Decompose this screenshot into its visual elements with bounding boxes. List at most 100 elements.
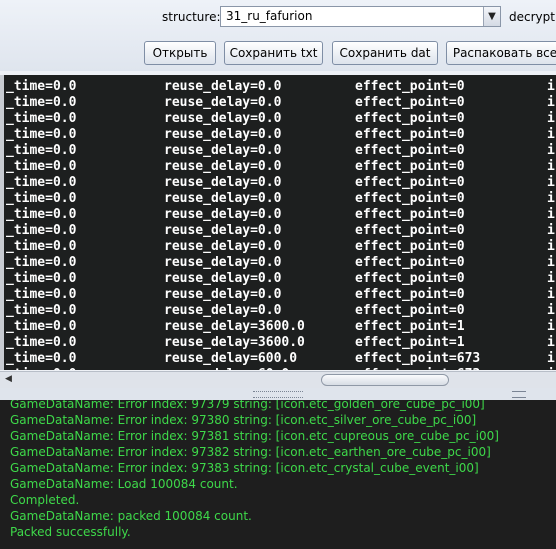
data-cell: effect_point=0 (355, 127, 465, 142)
data-row: _time=0.0 reuse_delay=0.0 effect_point=0 is (4, 271, 556, 287)
data-row: _time=0.0 reuse_delay=0.0 effect_point=0 is (4, 191, 556, 207)
data-cell: effect_point=0 (355, 287, 465, 302)
data-cell: is (547, 207, 556, 222)
data-row: _time=0.0 reuse_delay=0.0 effect_point=0 is (4, 287, 556, 303)
splitter-grip-icon (512, 391, 526, 398)
data-cell: effect_point=0 (355, 271, 465, 286)
data-cell: effect_point=0 (355, 159, 465, 174)
data-cell: _time=0.0 (6, 351, 77, 366)
data-cell: effect_point=0 (355, 175, 465, 190)
data-cell: is (547, 335, 556, 350)
data-cell: _time=0.0 (6, 303, 77, 318)
data-cell: effect_point=673 (355, 367, 480, 370)
unpack-all-button[interactable]: Распаковать все (446, 41, 556, 65)
data-cell: _time=0.0 (6, 207, 77, 222)
decrypt-label: decrypt: (509, 10, 556, 24)
data-cell: is (547, 159, 556, 174)
data-cell: effect_point=0 (355, 79, 465, 94)
data-row: _time=0.0 reuse_delay=0.0 effect_point=0 is (4, 143, 556, 159)
data-cell: reuse_delay=3600.0 (164, 335, 305, 350)
data-row: _time=0.0 reuse_delay=0.0 effect_point=0 is (4, 175, 556, 191)
data-cell: _time=0.0 (6, 191, 77, 206)
data-cell: effect_point=0 (355, 255, 465, 270)
data-cell: reuse_delay=0.0 (164, 255, 282, 270)
structure-label: structure: (162, 10, 221, 24)
data-cell: is (547, 127, 556, 142)
data-cell: is (547, 239, 556, 254)
log-line: GameDataName: Error index: 97383 string:… (10, 461, 479, 475)
data-cell: _time=0.0 (6, 79, 77, 94)
toolbar: structure: 31_ru_fafurion ▼ decrypt: Отк… (0, 0, 556, 71)
data-cell: is (547, 303, 556, 318)
data-row: _time=0.0 reuse_delay=0.0 effect_point=0 is (4, 111, 556, 127)
data-cell: effect_point=0 (355, 143, 465, 158)
log-line: Packed successfully. (10, 525, 131, 539)
structure-select[interactable]: 31_ru_fafurion ▼ (220, 6, 501, 27)
log-console[interactable]: GameDataName: Error index: 97379 string:… (0, 400, 556, 549)
data-cell: effect_point=673 (355, 351, 481, 366)
data-cell: _time=0.0 (6, 255, 77, 270)
data-row: _time=0.0 reuse_delay=3600.0 effect_point=… (4, 319, 556, 335)
data-row: _time=0.0 reuse_delay=600.0 effect_point=6… (4, 351, 556, 367)
data-cell: effect_point=0 (355, 303, 465, 318)
chevron-down-icon[interactable]: ▼ (483, 7, 500, 26)
data-cell: effect_point=0 (355, 95, 465, 110)
data-cell: reuse_delay=0.0 (164, 271, 282, 286)
data-cell: _time=0.0 (6, 271, 77, 286)
data-cell: is (547, 351, 556, 366)
data-row: _time=0.0 reuse_delay=3600.0 effect_point=… (4, 335, 556, 351)
data-row: _time=0.0 reuse_delay=0.0 effect_point=0 is (4, 79, 556, 95)
data-cell: _time=0.0 (6, 175, 77, 190)
data-cell: effect_point=0 (355, 239, 465, 254)
data-cell: _time=0.0 (6, 111, 77, 126)
data-cell: is (547, 79, 556, 94)
data-cell: is (547, 191, 556, 206)
data-cell: is (547, 111, 556, 126)
data-cell: reuse_delay=0.0 (164, 111, 282, 126)
data-cell: reuse_delay=0.0 (164, 239, 282, 254)
log-line: GameDataName: Load 100084 count. (10, 477, 238, 491)
data-cell: _time=0.0 (6, 95, 77, 110)
data-cell: reuse_delay=600.0 (164, 351, 298, 366)
data-row: _time=0.0 reuse_delay=0.0 effect_point=0 is (4, 239, 556, 255)
data-cell: reuse_delay=0.0 (164, 127, 282, 142)
horizontal-scrollbar[interactable]: ◀ (0, 371, 556, 388)
data-row: _time=0.0 reuse_delay=0.0 effect_point=0 is (4, 223, 556, 239)
save-dat-button[interactable]: Сохранить dat (332, 41, 438, 65)
data-cell: reuse_delay=0.0 (164, 79, 282, 94)
data-text-area[interactable]: _time=0.0reuse_delay=0.0effect_point=0is… (0, 75, 556, 370)
data-cell: _time=0.0 (6, 127, 77, 142)
data-cell: is (547, 271, 556, 286)
data-cell: effect_point=0 (355, 207, 465, 222)
data-cell: _time=0.0 (6, 319, 77, 334)
scrollbar-thumb[interactable] (321, 374, 449, 386)
data-row: _time=0.0 reuse_delay=0.0 effect_point=0 is (4, 159, 556, 175)
data-cell: _time=0.0 (6, 367, 76, 370)
data-cell: effect_point=1 (355, 319, 465, 334)
data-row: _time=0.0 reuse_delay=0.0 effect_point=0 is (4, 303, 556, 319)
log-line: GameDataName: packed 100084 count. (10, 509, 252, 523)
data-cell: effect_point=1 (355, 335, 465, 350)
data-cell: reuse_delay=0.0 (164, 223, 282, 238)
data-cell: reuse_delay=3600.0 (164, 319, 305, 334)
data-cell: is (547, 319, 556, 334)
open-button[interactable]: Открыть (144, 41, 216, 65)
pane-splitter[interactable] (0, 388, 556, 400)
data-cell: reuse_delay=0.0 (164, 159, 282, 174)
data-cell: reuse_delay=0.0 (164, 287, 282, 302)
save-txt-button[interactable]: Сохранить txt (224, 41, 323, 65)
data-cell: reuse_delay=0.0 (164, 191, 282, 206)
arrow-left-icon[interactable]: ◀ (5, 374, 12, 384)
data-cell: reuse_delay=0.0 (164, 303, 282, 318)
log-line: GameDataName: Error index: 97382 string:… (10, 445, 491, 459)
data-cell: _time=0.0 (6, 159, 77, 174)
data-cell: reuse_delay=0.0 (164, 143, 282, 158)
data-cell: is (547, 367, 556, 370)
log-line: GameDataName: Error index: 97380 string:… (10, 413, 477, 427)
data-row: _time=0.0 reuse_delay=60.0 effect_point=67… (4, 367, 556, 370)
log-line: GameDataName: Error index: 97379 string:… (10, 400, 485, 411)
data-cell: is (547, 175, 556, 190)
data-cell: _time=0.0 (6, 287, 77, 302)
data-cell: _time=0.0 (6, 143, 77, 158)
data-cell: _time=0.0 (6, 335, 77, 350)
